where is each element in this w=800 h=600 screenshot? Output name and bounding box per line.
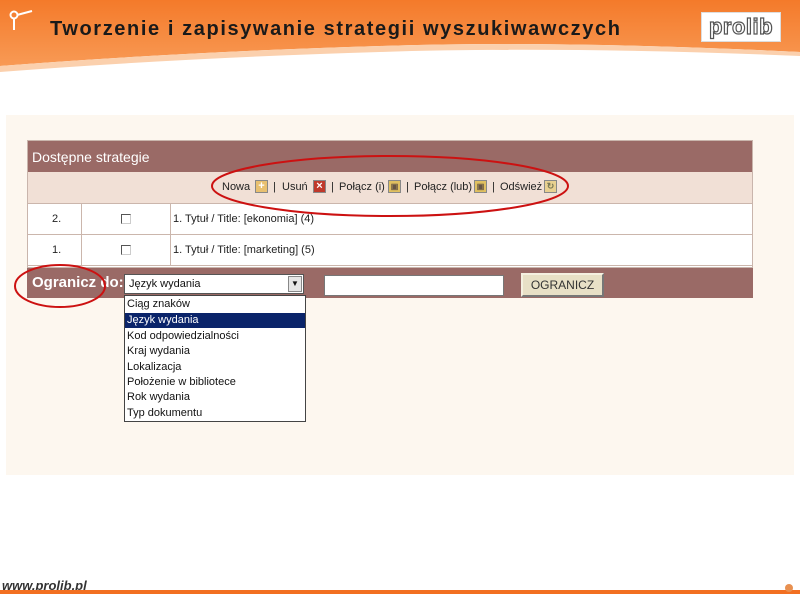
dropdown-option[interactable]: Ciąg znaków: [125, 297, 305, 312]
strategy-checkbox[interactable]: [121, 214, 131, 224]
merge-icon[interactable]: ▣: [388, 180, 401, 193]
footer-line: [0, 590, 800, 594]
strategies-toolbar: Nowa + | Usuń × | Połącz (i) ▣ | Połącz …: [28, 172, 752, 204]
new-strategy-link[interactable]: Nowa: [222, 181, 250, 193]
merge-icon[interactable]: ▣: [474, 180, 487, 193]
cell-divider: [170, 204, 171, 234]
strategy-row: 1. 1. Tytuł / Title: [marketing] (5): [28, 235, 752, 266]
strategy-checkbox[interactable]: [121, 245, 131, 255]
cell-divider: [81, 204, 82, 234]
toolbar-separator: |: [273, 181, 276, 193]
limit-label: Ogranicz do:: [32, 274, 124, 291]
dropdown-option[interactable]: Położenie w bibliotece: [125, 375, 305, 390]
strategy-row: 2. 1. Tytuł / Title: [ekonomia] (4): [28, 204, 752, 235]
ogranicz-button[interactable]: OGRANICZ: [521, 273, 604, 297]
delete-strategy-link[interactable]: Usuń: [282, 181, 308, 193]
chevron-down-icon[interactable]: ▼: [288, 276, 302, 292]
plus-icon[interactable]: +: [255, 180, 268, 193]
dropdown-option[interactable]: Typ dokumentu: [125, 406, 305, 421]
select-value: Język wydania: [129, 278, 201, 290]
x-icon[interactable]: ×: [313, 180, 326, 193]
prolib-logo: prolib: [701, 12, 781, 42]
limit-field-dropdown: Ciąg znaków Język wydania Kod odpowiedzi…: [124, 295, 306, 422]
merge-and-link[interactable]: Połącz (i): [339, 181, 385, 193]
limit-value-input[interactable]: [324, 275, 504, 296]
slide-header: Tworzenie i zapisywanie strategii wyszuk…: [0, 0, 800, 80]
toolbar-separator: |: [331, 181, 334, 193]
strategy-description: 1. Tytuł / Title: [marketing] (5): [173, 244, 315, 256]
footer-dot-icon: [785, 584, 793, 592]
refresh-icon[interactable]: ↻: [544, 180, 557, 193]
dropdown-option-selected[interactable]: Język wydania: [125, 313, 305, 328]
strategy-number: 2.: [52, 213, 62, 225]
refresh-link[interactable]: Odśwież: [500, 181, 542, 193]
dropdown-option[interactable]: Kod odpowiedzialności: [125, 329, 305, 344]
cell-divider: [81, 235, 82, 265]
strategies-table: Dostępne strategie Nowa + | Usuń × | Poł…: [27, 140, 753, 268]
dropdown-option[interactable]: Lokalizacja: [125, 360, 305, 375]
dropdown-option[interactable]: Rok wydania: [125, 390, 305, 405]
strategy-description: 1. Tytuł / Title: [ekonomia] (4): [173, 213, 315, 225]
cell-divider: [170, 235, 171, 265]
toolbar-separator: |: [406, 181, 409, 193]
limit-bar: Ogranicz do: Język wydania ▼ OGRANICZ: [27, 268, 753, 298]
toolbar-separator: |: [492, 181, 495, 193]
strategies-title: Dostępne strategie: [32, 149, 150, 165]
logo-text: prolib: [708, 13, 774, 39]
pin-icon: [9, 10, 33, 30]
strategies-header: Dostępne strategie: [28, 141, 752, 172]
dropdown-option[interactable]: Kraj wydania: [125, 344, 305, 359]
slide-title: Tworzenie i zapisywanie strategii wyszuk…: [50, 18, 622, 40]
merge-or-link[interactable]: Połącz (lub): [414, 181, 472, 193]
limit-field-select[interactable]: Język wydania ▼: [124, 274, 304, 294]
strategy-number: 1.: [52, 244, 62, 256]
